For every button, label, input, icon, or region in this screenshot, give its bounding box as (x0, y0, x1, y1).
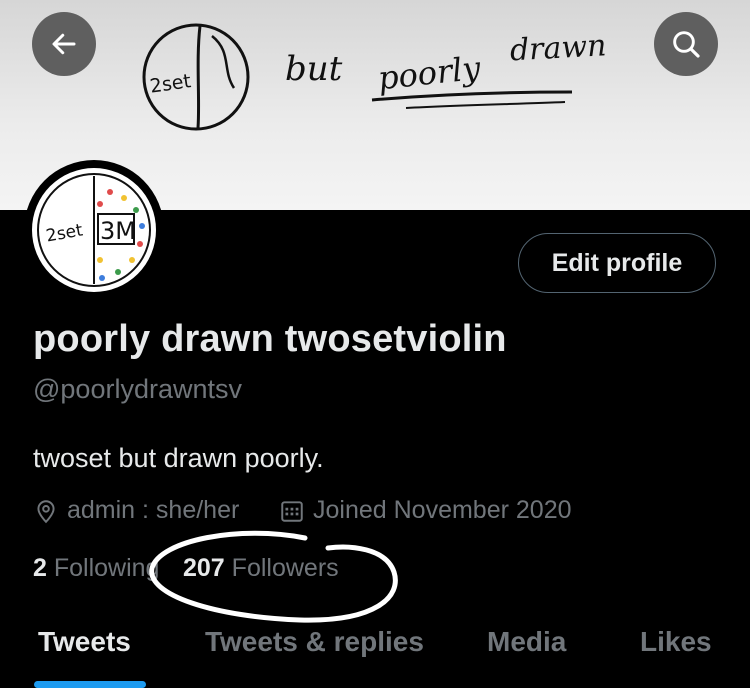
tab-tweets[interactable]: Tweets (38, 626, 131, 658)
following-label: Following (53, 554, 160, 582)
profile-handle: @poorlydrawntsv (33, 374, 242, 404)
avatar-frame: 2set 3M (24, 160, 164, 300)
banner-text-poorly: poorly (376, 49, 483, 98)
calendar-icon (281, 500, 303, 522)
location-pin-icon (37, 499, 55, 523)
search-button[interactable] (654, 12, 718, 76)
following-link[interactable]: 2 Following (33, 554, 159, 583)
profile-name: poorly drawn twosetviolin (33, 318, 507, 360)
profile-joined: Joined November 2020 (279, 496, 572, 525)
followers-count: 207 (183, 554, 225, 582)
following-count: 2 (33, 554, 47, 582)
tab-likes[interactable]: Likes (640, 626, 712, 658)
followers-link[interactable]: 207 Followers (183, 554, 339, 583)
profile-bio: twoset but drawn poorly. (33, 443, 324, 473)
profile-location: admin : she/her (33, 496, 239, 525)
arrow-left-icon (52, 33, 76, 55)
active-tab-indicator (34, 681, 146, 688)
banner-text-but: but (285, 49, 343, 89)
avatar[interactable]: 2set 3M (32, 168, 156, 292)
followers-label: Followers (231, 554, 339, 582)
joined-text: Joined November 2020 (313, 496, 572, 524)
banner-text-2set: 2set (149, 70, 193, 98)
back-button[interactable] (32, 12, 96, 76)
avatar-text-right: 3M (100, 217, 136, 245)
avatar-image: 2set 3M (37, 173, 151, 287)
tab-media[interactable]: Media (487, 626, 566, 658)
tab-tweets-replies[interactable]: Tweets & replies (205, 626, 424, 658)
edit-profile-button[interactable]: Edit profile (518, 233, 716, 293)
banner-text-drawn: drawn (509, 28, 607, 68)
location-text: admin : she/her (67, 496, 240, 524)
search-icon (673, 31, 700, 58)
